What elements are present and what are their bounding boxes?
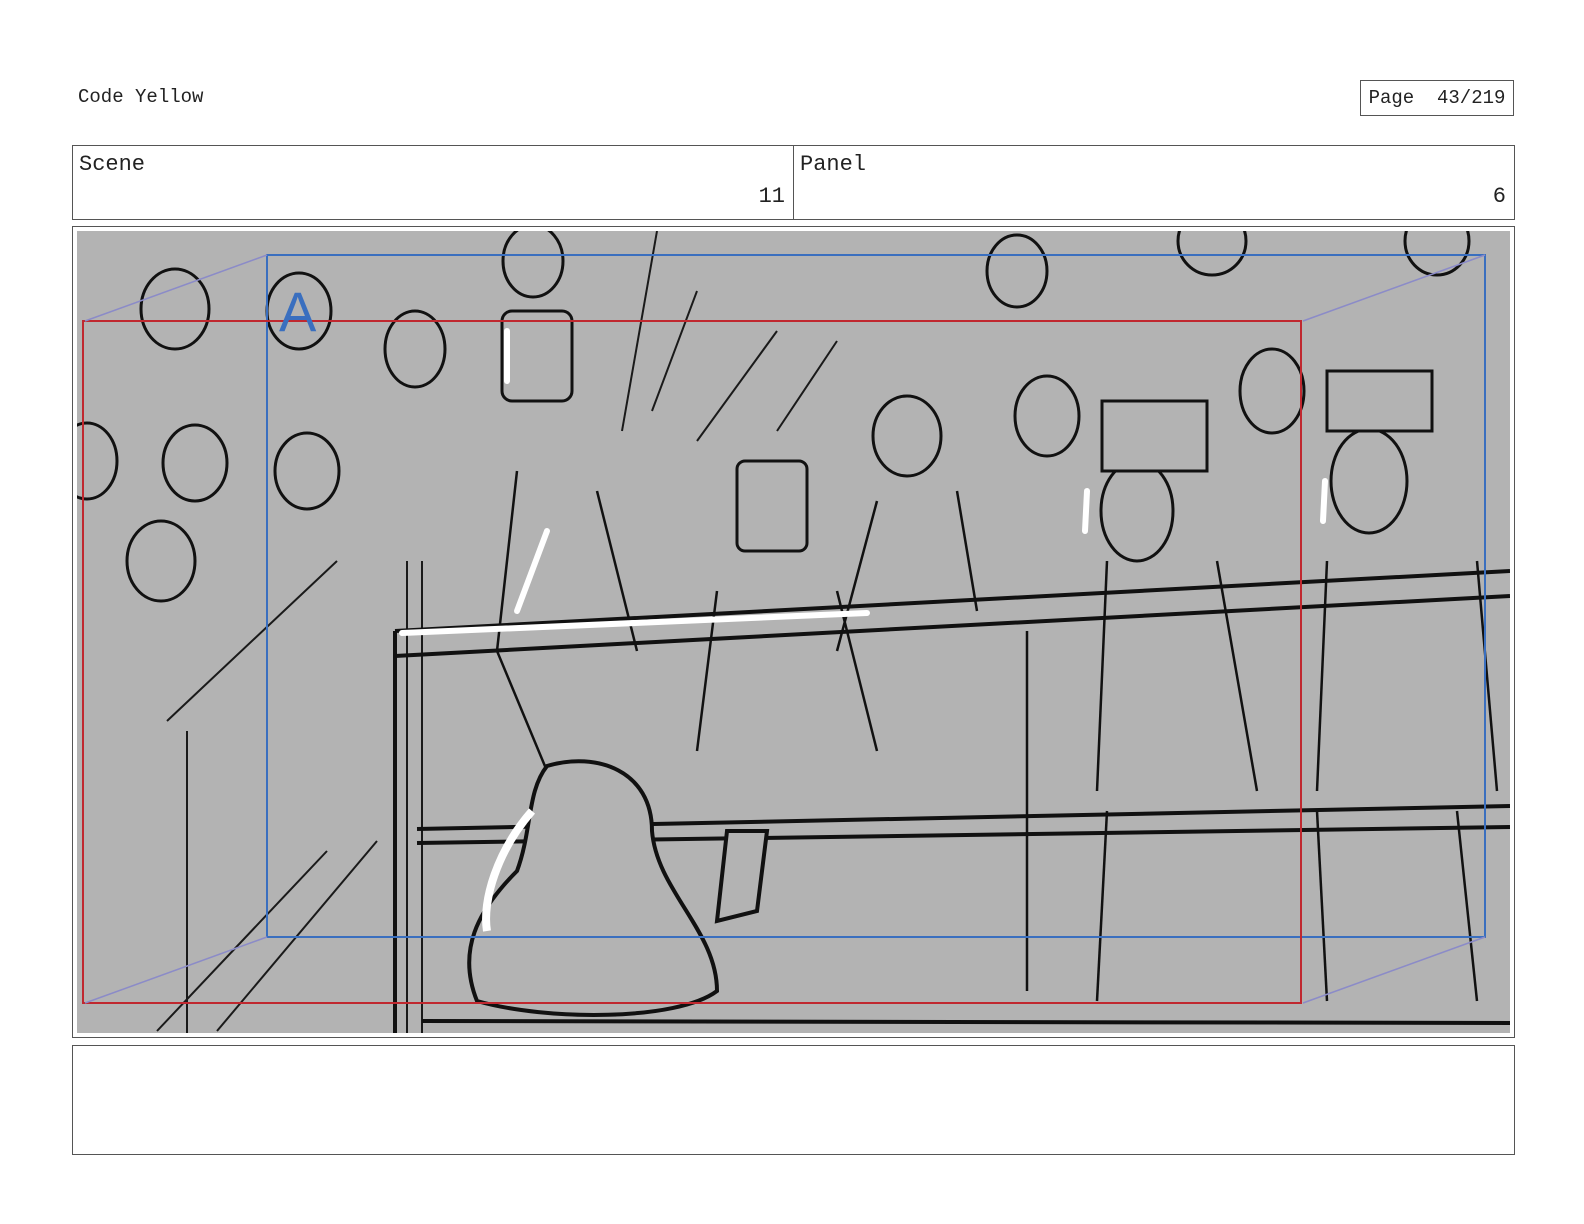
storyboard-sketch: A <box>77 231 1510 1033</box>
scene-cell: Scene 11 <box>73 146 793 219</box>
panel-number: 6 <box>1492 184 1506 209</box>
annotation-letter-a: A <box>279 280 317 343</box>
panel-notes <box>72 1045 1515 1155</box>
scene-number: 11 <box>758 184 785 209</box>
scene-label: Scene <box>79 152 146 177</box>
storyboard-frame: A <box>72 226 1515 1038</box>
scene-panel-header: Scene 11 Panel 6 <box>72 145 1515 220</box>
panel-cell: Panel 6 <box>793 146 1514 219</box>
document-title: Code Yellow <box>78 86 204 108</box>
sketch-background <box>77 231 1510 1033</box>
panel-label: Panel <box>800 152 867 177</box>
page-number: Page 43/219 <box>1360 80 1514 116</box>
